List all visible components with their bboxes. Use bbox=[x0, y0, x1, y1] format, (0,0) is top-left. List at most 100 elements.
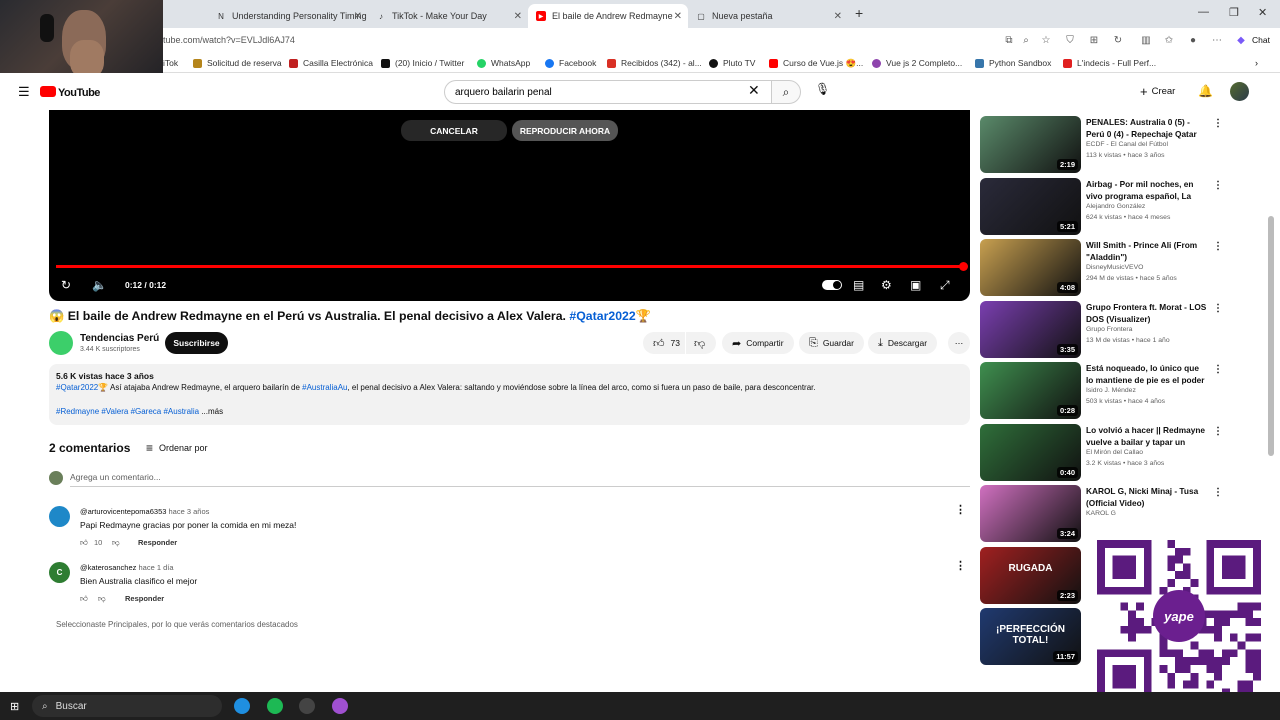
tab-new[interactable]: ▢ Nueva pestaña ✕ bbox=[688, 4, 848, 28]
thumbs-down-icon[interactable]: 👎︎ bbox=[98, 594, 106, 604]
obs-icon[interactable] bbox=[299, 698, 315, 714]
download-button[interactable]: ⤓ Descargar bbox=[868, 332, 938, 354]
channel-name[interactable]: DisneyMusicVEVO bbox=[1086, 264, 1143, 271]
video-thumbnail[interactable]: 0:40 bbox=[980, 424, 1081, 481]
url-field[interactable]: tube.com/watch?v=EVLJdl6AJ74 bbox=[163, 35, 295, 45]
hashtag-links[interactable]: #Redmayne #Valera #Gareca #Australia bbox=[56, 407, 199, 416]
recommended-video[interactable]: 0:28 Está noqueado, lo único que lo manti… bbox=[980, 362, 1223, 419]
bookmark-item[interactable]: WhatsApp bbox=[477, 58, 530, 68]
bookmark-star-icon[interactable]: ☆ bbox=[1039, 33, 1053, 47]
video-title[interactable]: KAROL G, Nicki Minaj - Tusa (Official Vi… bbox=[1086, 486, 1208, 509]
favorites-icon[interactable]: ✩ bbox=[1162, 33, 1176, 47]
settings-gear-icon[interactable]: ⚙ bbox=[881, 278, 892, 292]
bookmark-item[interactable]: Facebook bbox=[545, 58, 596, 68]
video-thumbnail[interactable]: 3:24 bbox=[980, 485, 1081, 542]
scrollbar[interactable] bbox=[1268, 216, 1274, 456]
more-icon[interactable]: ⋯ bbox=[1210, 33, 1224, 47]
channel-name[interactable]: Grupo Frontera bbox=[1086, 326, 1132, 333]
edge-icon[interactable] bbox=[234, 698, 250, 714]
channel-avatar[interactable] bbox=[49, 331, 73, 355]
video-thumbnail[interactable]: 2:19 bbox=[980, 116, 1081, 173]
like-button[interactable]: 👍︎ 73 bbox=[643, 332, 685, 354]
more-icon[interactable]: ⋮ bbox=[1213, 241, 1223, 252]
video-title[interactable]: Grupo Frontera ft. Morat - LOS DOS (Visu… bbox=[1086, 302, 1208, 325]
save-button[interactable]: ⎘ Guardar bbox=[799, 332, 864, 354]
more-actions-button[interactable]: ⋯ bbox=[948, 332, 970, 354]
recommended-video[interactable]: 3:35 Grupo Frontera ft. Morat - LOS DOS (… bbox=[980, 301, 1223, 358]
taskbar-search[interactable]: ⌕ Buscar bbox=[32, 695, 222, 717]
hashtag-link[interactable]: #AustraliaAu bbox=[302, 383, 347, 392]
commenter-avatar[interactable]: C bbox=[49, 562, 70, 583]
reply-button[interactable]: Responder bbox=[125, 594, 164, 603]
reply-button[interactable]: Responder bbox=[138, 538, 177, 547]
more-icon[interactable]: ⋮ bbox=[1213, 426, 1223, 437]
thumbs-down-icon[interactable]: 👎︎ bbox=[112, 538, 120, 548]
dislike-button[interactable]: 👎︎ bbox=[686, 332, 716, 354]
recommended-video[interactable]: 4:08 Will Smith - Prince Ali (From "Aladd… bbox=[980, 239, 1223, 296]
copilot-icon[interactable]: ◆ bbox=[1234, 33, 1248, 47]
bookmark-item[interactable]: Pluto TV bbox=[709, 58, 755, 68]
split-view-icon[interactable]: ▥ bbox=[1139, 33, 1153, 47]
channel-name[interactable]: Isidro J. Méndez bbox=[1086, 387, 1136, 394]
minimize-icon[interactable]: — bbox=[1198, 6, 1209, 18]
channel-name[interactable]: El Mirón del Callao bbox=[1086, 449, 1143, 456]
video-title[interactable]: Will Smith - Prince Ali (From "Aladdin") bbox=[1086, 240, 1208, 263]
bookmark-item[interactable]: (20) Inicio / Twitter bbox=[381, 58, 464, 68]
author-handle[interactable]: @katerosanchez bbox=[80, 563, 136, 572]
recommended-video[interactable]: 5:21 Airbag - Por mil noches, en vivo pro… bbox=[980, 178, 1223, 235]
add-comment-input[interactable]: Agrega un comentario... bbox=[70, 472, 161, 482]
menu-icon[interactable]: ☰ bbox=[18, 84, 30, 100]
recommended-video[interactable]: 0:40 Lo volvió a hacer || Redmayne vuelve… bbox=[980, 424, 1223, 481]
video-title[interactable]: Airbag - Por mil noches, en vivo program… bbox=[1086, 179, 1208, 202]
bookmark-item[interactable]: Recibidos (342) - al... bbox=[607, 58, 702, 68]
search-button[interactable]: ⌕ bbox=[771, 80, 801, 104]
bookmark-item[interactable]: Python Sandbox bbox=[975, 58, 1051, 68]
extension-shield-icon[interactable]: ⛉ bbox=[1063, 33, 1077, 47]
window-close-icon[interactable]: ✕ bbox=[1258, 6, 1267, 19]
comment-menu-icon[interactable]: ⋮ bbox=[955, 503, 966, 516]
cancel-button[interactable]: CANCELAR bbox=[401, 120, 507, 141]
spotify-icon[interactable] bbox=[267, 698, 283, 714]
video-title[interactable]: Lo volvió a hacer || Redmayne vuelve a b… bbox=[1086, 425, 1208, 448]
refresh-icon[interactable]: ↻ bbox=[1111, 33, 1125, 47]
channel-name[interactable]: Alejandro González bbox=[1086, 203, 1145, 210]
miniplayer-icon[interactable]: ▣ bbox=[910, 278, 921, 292]
profile-icon[interactable]: ● bbox=[1186, 33, 1200, 47]
video-thumbnail[interactable]: 0:28 bbox=[980, 362, 1081, 419]
comment-author[interactable]: @katerosanchez hace 1 día bbox=[80, 563, 174, 572]
bookmark-item[interactable]: Vue js 2 Completo... bbox=[872, 58, 962, 68]
commenter-avatar[interactable] bbox=[49, 506, 70, 527]
channel-name[interactable]: KAROL G bbox=[1086, 510, 1116, 517]
tab-tiktok[interactable]: ♪ TikTok - Make Your Day ✕ bbox=[368, 4, 528, 28]
app-icon[interactable] bbox=[332, 698, 348, 714]
video-title[interactable]: PENALES: Australia 0 (5) - Perú 0 (4) - … bbox=[1086, 117, 1208, 140]
author-handle[interactable]: @arturovicentepoma6353 bbox=[80, 507, 166, 516]
comment-author[interactable]: @arturovicentepoma6353 hace 3 años bbox=[80, 507, 209, 516]
avatar[interactable] bbox=[1230, 82, 1249, 101]
channel-name[interactable]: ECDF - El Canal del Fútbol bbox=[1086, 141, 1168, 148]
zoom-icon[interactable]: ⌕ bbox=[1019, 33, 1033, 47]
channel-name[interactable]: Tendencias Perú bbox=[80, 333, 159, 344]
more-icon[interactable]: ⋮ bbox=[1213, 303, 1223, 314]
notifications-bell-icon[interactable]: 🔔 bbox=[1198, 84, 1213, 98]
search-input[interactable] bbox=[444, 80, 771, 104]
restore-icon[interactable]: ❐ bbox=[1229, 6, 1239, 19]
more-icon[interactable]: ⋮ bbox=[1213, 180, 1223, 191]
bookmark-item[interactable]: iTok bbox=[163, 58, 178, 68]
progress-bar[interactable] bbox=[56, 265, 964, 268]
volume-icon[interactable]: 🔈 bbox=[92, 278, 107, 292]
new-tab-button[interactable]: + bbox=[855, 5, 863, 21]
close-icon[interactable]: ✕ bbox=[834, 11, 842, 22]
chevron-right-icon[interactable]: › bbox=[1255, 58, 1258, 68]
subscribe-button[interactable]: Suscribirse bbox=[165, 332, 228, 354]
close-icon[interactable]: ✕ bbox=[514, 11, 522, 22]
more-icon[interactable]: ⋮ bbox=[1213, 487, 1223, 498]
video-player[interactable] bbox=[49, 110, 970, 301]
bookmark-item[interactable]: Curso de Vue.js 😍... bbox=[769, 58, 863, 69]
thumbs-up-icon[interactable]: 👍︎ bbox=[80, 538, 88, 548]
bookmark-item[interactable]: Casilla Electrónica bbox=[289, 58, 373, 68]
video-thumbnail[interactable]: 3:35 bbox=[980, 301, 1081, 358]
windows-start-icon[interactable]: ⊞ bbox=[10, 700, 19, 713]
play-now-button[interactable]: REPRODUCIR AHORA bbox=[512, 120, 618, 141]
recommended-video[interactable]: 3:24 KAROL G, Nicki Minaj - Tusa (Officia… bbox=[980, 485, 1223, 542]
